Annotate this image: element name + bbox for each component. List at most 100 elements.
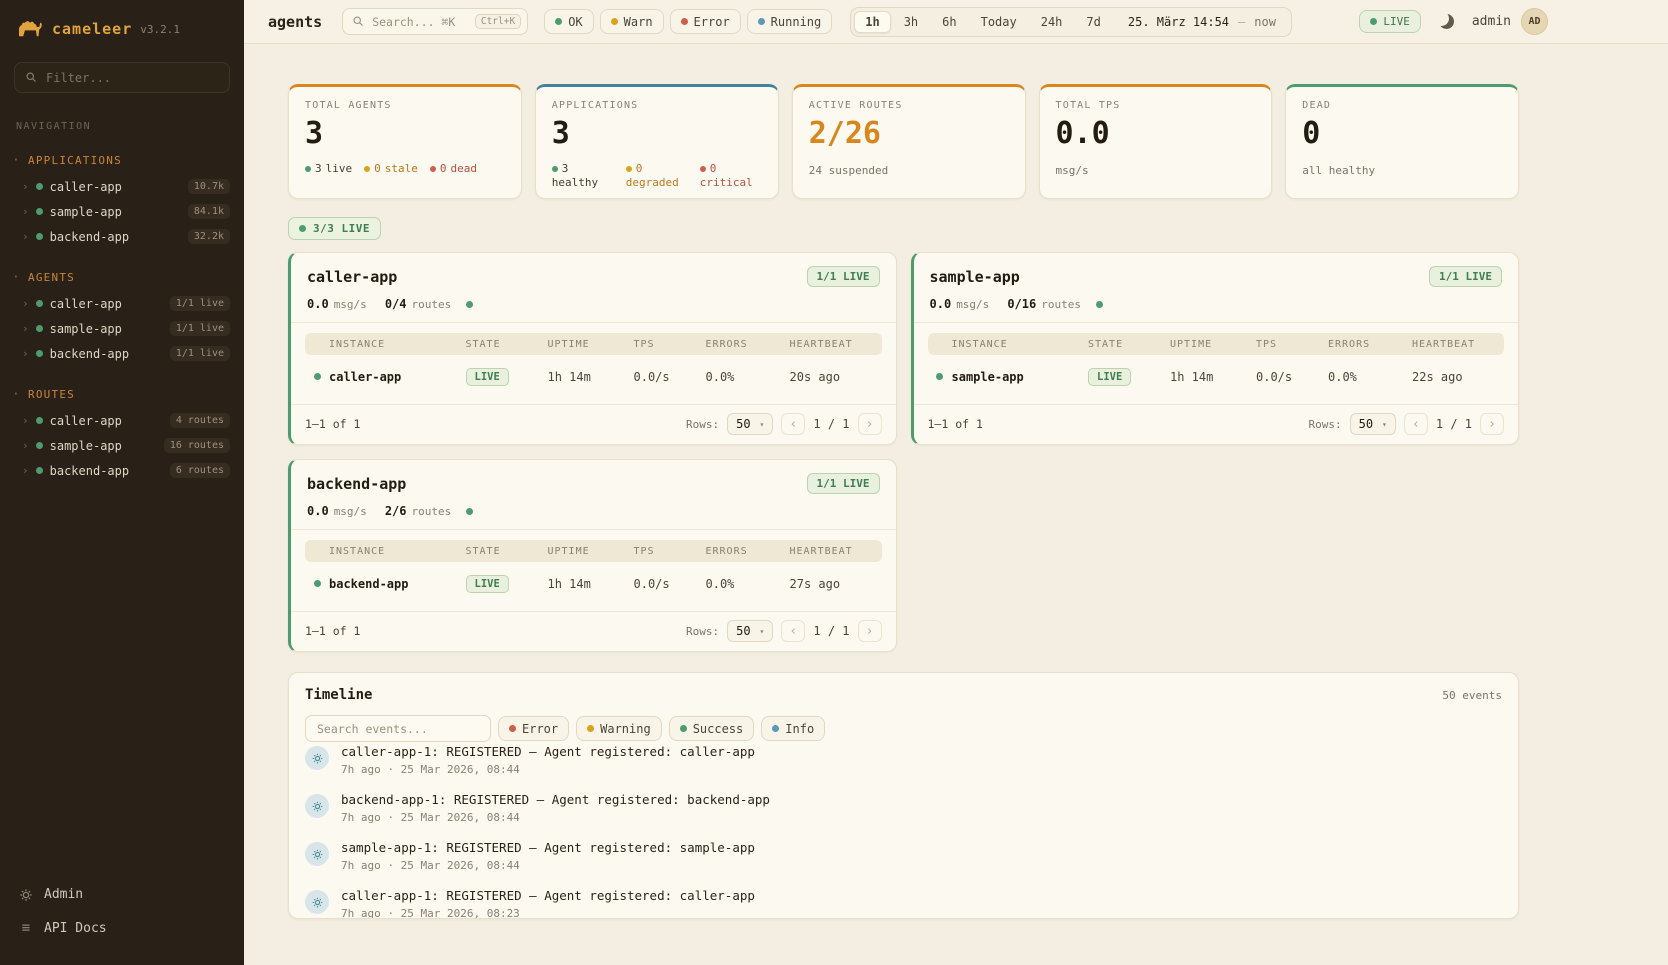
row-range: 1–1 of 1 [928, 417, 983, 431]
cell-instance: caller-app [329, 370, 466, 384]
chevron-right-icon: › [22, 347, 29, 360]
app-live-badge: 1/1 LIVE [807, 473, 880, 494]
avatar[interactable]: AD [1521, 8, 1548, 35]
timeline-filter-error[interactable]: Error [498, 716, 569, 741]
status-dot [430, 166, 436, 172]
global-search-input[interactable] [370, 14, 469, 30]
prev-page-button[interactable]: ‹ [1404, 413, 1428, 435]
rows-label: Rows: [1308, 418, 1341, 431]
rows-per-page-select[interactable]: 50 ▾ [1350, 413, 1396, 435]
rows-per-page-select[interactable]: 50 ▾ [727, 413, 773, 435]
timeline-search-input[interactable] [315, 721, 481, 737]
sidebar-item-routes-caller-app[interactable]: › caller-app 4 routes [0, 408, 244, 433]
stat-value: 3 [552, 119, 762, 149]
col-uptime: UPTIME [548, 546, 634, 557]
app-name[interactable]: backend-app [307, 475, 406, 493]
live-status-badge[interactable]: LIVE [1359, 10, 1421, 33]
cell-tps: 0.0/s [1256, 370, 1328, 384]
event-time: 7h ago · 25 Mar 2026, 08:44 [341, 859, 755, 872]
table-row[interactable]: caller-app LIVE 1h 14m 0.0/s 0.0% 20s ag… [305, 355, 882, 398]
time-range-6h[interactable]: 6h [931, 11, 967, 33]
cell-instance: sample-app [952, 370, 1089, 384]
sidebar-item-apps-backend-app[interactable]: › backend-app 32.2k [0, 224, 244, 249]
detail-word: degraded [626, 176, 679, 189]
sidebar-item-apps-caller-app[interactable]: › caller-app 10.7k [0, 174, 244, 199]
status-dot [466, 301, 473, 308]
chevron-down-icon: ▾ [1382, 420, 1387, 429]
chevron-right-icon: › [22, 464, 29, 477]
app-name[interactable]: sample-app [930, 268, 1020, 286]
sidebar-filter[interactable] [14, 62, 230, 93]
sidebar-item-routes-backend-app[interactable]: › backend-app 6 routes [0, 458, 244, 483]
date-range[interactable]: 25. März 14:54 — now [1114, 15, 1288, 29]
timeline-event[interactable]: caller-app-1: REGISTERED — Agent registe… [305, 880, 1502, 918]
filter-chip-warn[interactable]: Warn [600, 9, 664, 34]
next-page-button[interactable]: › [858, 620, 882, 642]
detail-num: 0 [440, 162, 447, 175]
table-row[interactable]: sample-app LIVE 1h 14m 0.0/s 0.0% 22s ag… [928, 355, 1505, 398]
stat-label: ACTIVE ROUTES [809, 100, 1009, 111]
next-page-button[interactable]: › [858, 413, 882, 435]
section-header-applications[interactable]: · APPLICATIONS [0, 149, 244, 174]
section-label: APPLICATIONS [28, 154, 122, 167]
timeline-filter-info[interactable]: Info [761, 716, 825, 741]
filter-chip-ok[interactable]: OK [544, 9, 593, 34]
prev-page-button[interactable]: ‹ [781, 413, 805, 435]
dark-mode-toggle-icon[interactable] [1439, 14, 1454, 29]
global-search[interactable]: Ctrl+K [342, 8, 528, 35]
time-range-7d[interactable]: 7d [1075, 11, 1111, 33]
next-page-button[interactable]: › [1480, 413, 1504, 435]
status-dot [305, 166, 311, 172]
time-range-3h[interactable]: 3h [893, 11, 929, 33]
sidebar-item-agents-backend-app[interactable]: › backend-app 1/1 live [0, 341, 244, 366]
item-label: backend-app [50, 347, 129, 361]
status-dot [936, 373, 943, 380]
filter-chip-error[interactable]: Error [670, 9, 741, 34]
timeline-search[interactable] [305, 715, 491, 742]
sidebar-item-api-docs[interactable]: ≡ API Docs [0, 911, 244, 945]
status-dot [36, 183, 43, 190]
timeline-event-list[interactable]: caller-app-1: REGISTERED — Agent registe… [289, 746, 1518, 918]
item-label: caller-app [50, 180, 122, 194]
status-dot [758, 18, 765, 25]
table-pagination: 1–1 of 1 Rows: 50 ▾ ‹ 1 / 1 › [291, 404, 896, 444]
app-name[interactable]: caller-app [307, 268, 397, 286]
rows-per-page-select[interactable]: 50 ▾ [727, 620, 773, 642]
table-row[interactable]: backend-app LIVE 1h 14m 0.0/s 0.0% 27s a… [305, 562, 882, 605]
section-header-agents[interactable]: · AGENTS [0, 266, 244, 291]
timeline-filter-success[interactable]: Success [669, 716, 755, 741]
time-range-24h[interactable]: 24h [1030, 11, 1074, 33]
timeline-event[interactable]: caller-app-1: REGISTERED — Agent registe… [305, 746, 1502, 784]
timeline-filter-warning[interactable]: Warning [576, 716, 662, 741]
filter-chip-running[interactable]: Running [747, 9, 833, 34]
sidebar-item-routes-sample-app[interactable]: › sample-app 16 routes [0, 433, 244, 458]
item-label: sample-app [50, 439, 122, 453]
status-dot [299, 225, 306, 232]
table-header-row: INSTANCE STATE UPTIME TPS ERRORS HEARTBE… [928, 333, 1505, 355]
event-message: backend-app-1: REGISTERED — Agent regist… [341, 792, 770, 807]
rows-per-page-value: 50 [736, 624, 750, 638]
timeline-event[interactable]: sample-app-1: REGISTERED — Agent registe… [305, 832, 1502, 880]
live-summary-label: 3/3 LIVE [313, 222, 370, 235]
sidebar-item-apps-sample-app[interactable]: › sample-app 84.1k [0, 199, 244, 224]
tps-unit: msg/s [334, 505, 367, 518]
section-header-routes[interactable]: · ROUTES [0, 383, 244, 408]
col-state: STATE [1088, 339, 1170, 350]
time-range-1h[interactable]: 1h [854, 11, 890, 33]
sidebar-filter-input[interactable] [44, 70, 219, 86]
time-range-today[interactable]: Today [970, 11, 1028, 33]
status-dot [36, 208, 43, 215]
col-heartbeat: HEARTBEAT [790, 339, 882, 350]
prev-page-button[interactable]: ‹ [781, 620, 805, 642]
sidebar-item-admin[interactable]: Admin [0, 878, 244, 911]
logo[interactable]: cameleer v3.2.1 [0, 0, 244, 58]
row-range: 1–1 of 1 [305, 417, 360, 431]
sidebar-item-agents-sample-app[interactable]: › sample-app 1/1 live [0, 316, 244, 341]
chip-label: Warning [600, 722, 651, 736]
sidebar-item-agents-caller-app[interactable]: › caller-app 1/1 live [0, 291, 244, 316]
detail-word: stale [385, 162, 418, 175]
tps-unit: msg/s [956, 298, 989, 311]
chevron-right-icon: › [22, 439, 29, 452]
timeline-event[interactable]: backend-app-1: REGISTERED — Agent regist… [305, 784, 1502, 832]
shortcut-badge: Ctrl+K [475, 14, 521, 29]
